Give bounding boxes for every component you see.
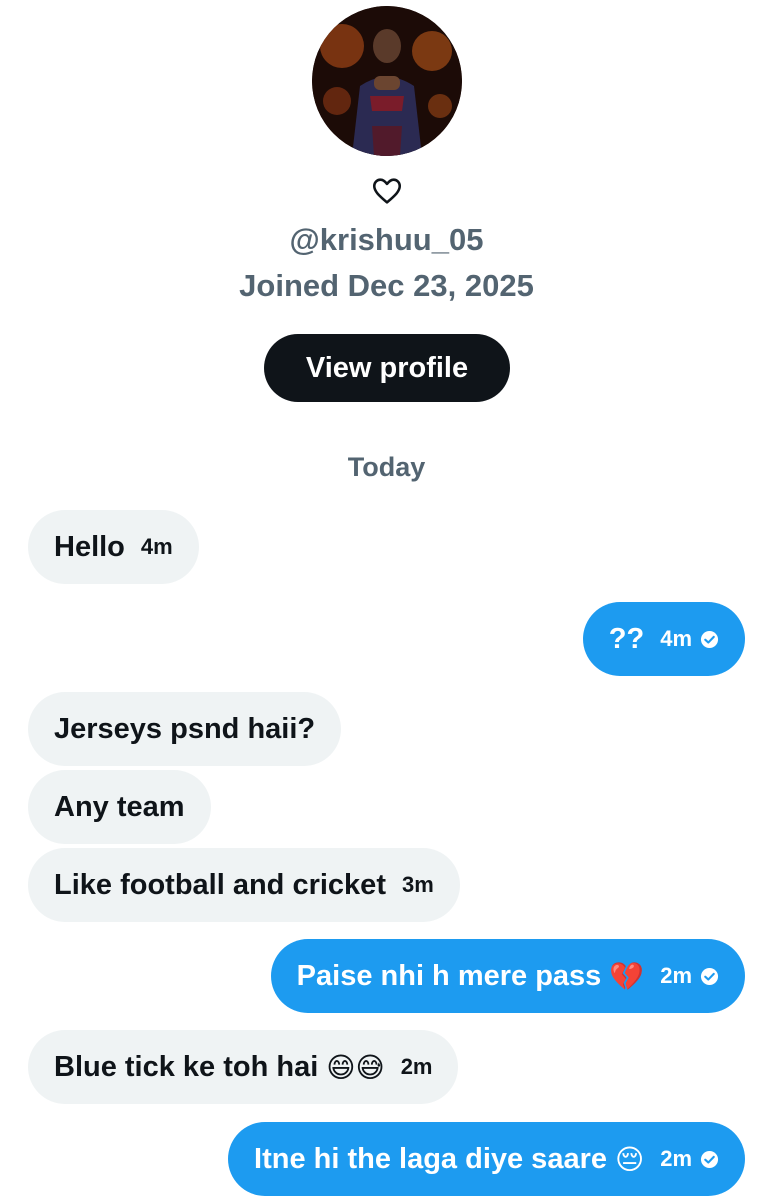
read-check-icon — [700, 630, 719, 649]
message-time: 4m — [140, 534, 173, 559]
message-bubble-incoming[interactable]: Like football and cricket 3m — [28, 848, 460, 922]
profile-joined-date: Joined Dec 23, 2025 — [239, 268, 534, 303]
outline-heart-icon — [370, 174, 404, 208]
read-check-icon — [700, 1150, 719, 1169]
pensive-emoji: 😔 — [615, 1142, 645, 1176]
message-text: Jerseys psnd haii? — [54, 712, 316, 745]
message-bubble-outgoing[interactable]: Itne hi the laga diye saare 😔 2m — [228, 1122, 745, 1196]
avatar[interactable] — [312, 6, 462, 156]
message-time: 2m — [660, 1146, 692, 1171]
message-bubble-incoming[interactable]: Hello 4m — [28, 510, 199, 584]
message-bubble-outgoing[interactable]: Paise nhi h mere pass 💔 2m — [270, 939, 745, 1013]
day-separator: Today — [347, 452, 426, 482]
profile-handle: @krishuu_05 — [289, 222, 484, 257]
broken-heart-emoji: 💔 — [609, 959, 645, 993]
avatar-image — [312, 6, 462, 156]
message-time: 2m — [400, 1054, 433, 1079]
message-text: Blue tick ke toh hai — [54, 1050, 319, 1083]
message-text: Paise nhi h mere pass — [296, 959, 602, 992]
message-bubble-incoming[interactable]: Jerseys psnd haii? — [28, 692, 342, 766]
message-text: Itne hi the laga diye saare — [254, 1142, 607, 1175]
view-profile-button[interactable]: View profile — [264, 334, 510, 402]
message-time: 3m — [401, 872, 434, 897]
message-bubble-incoming[interactable]: Blue tick ke toh hai 😄😅 2m — [28, 1030, 459, 1104]
message-bubble-outgoing[interactable]: ?? 4m — [582, 602, 745, 676]
message-text: Any team — [54, 790, 185, 823]
message-text: Hello — [54, 530, 125, 563]
message-bubble-incoming[interactable]: Any team — [28, 770, 211, 844]
message-text: ?? — [608, 622, 645, 655]
laughing-emoji: 😄😅 — [326, 1050, 385, 1084]
message-time: 2m — [660, 963, 692, 988]
message-text: Like football and cricket — [54, 868, 386, 901]
message-time: 4m — [660, 626, 692, 651]
read-check-icon — [700, 967, 719, 986]
